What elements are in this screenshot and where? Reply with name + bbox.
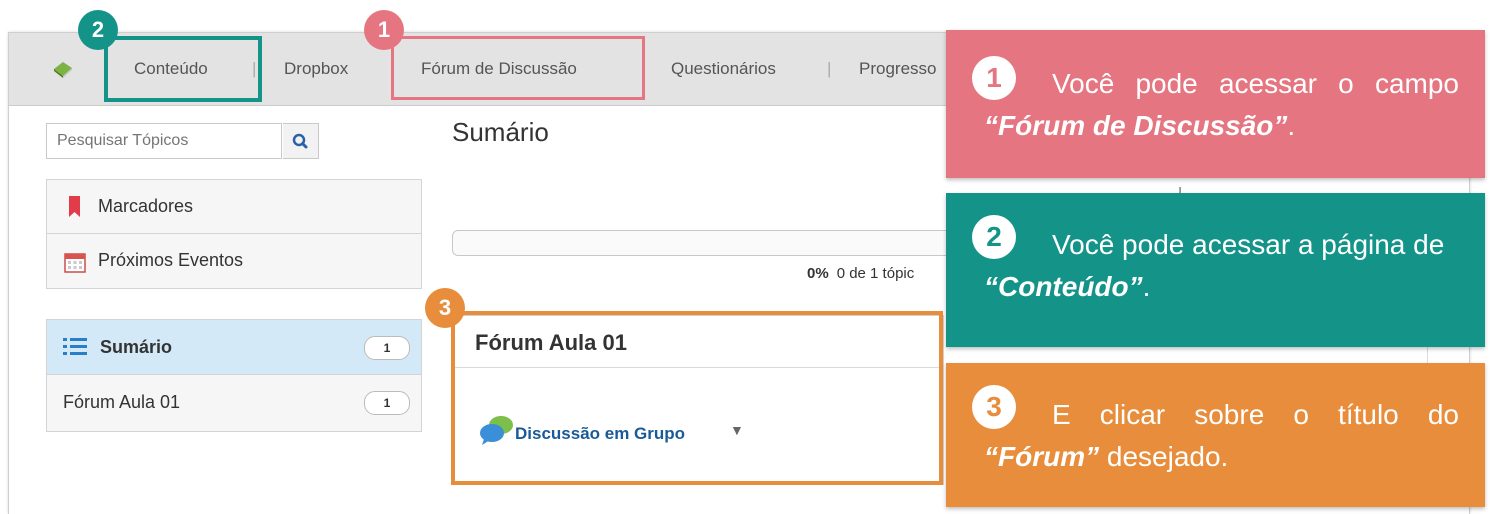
list-icon xyxy=(63,338,87,355)
step-badge: 3 xyxy=(425,288,465,328)
progress-bar xyxy=(452,230,952,256)
nav-dropbox[interactable]: Dropbox xyxy=(284,59,348,79)
toc-item-sumario[interactable]: Sumário 1 xyxy=(47,320,421,375)
callout-forum: 1 Você pode acessar o campo “Fórum de Di… xyxy=(946,30,1485,178)
bookmarks-label: Marcadores xyxy=(98,196,194,216)
toc-panel: Sumário 1 Fórum Aula 01 1 xyxy=(46,319,422,432)
search-icon xyxy=(292,133,308,149)
highlight-forum-card xyxy=(451,311,943,485)
callout-body: E clicar sobre o título do xyxy=(1052,399,1459,430)
bookmarks-link[interactable]: Marcadores xyxy=(47,180,421,234)
callout-conteudo: 2 Você pode acessar a página de “Conteúd… xyxy=(946,193,1485,347)
nav-questionarios[interactable]: Questionários xyxy=(671,59,776,79)
book-icon[interactable] xyxy=(51,57,75,81)
search-button[interactable] xyxy=(283,123,319,159)
callout-tail: desejado. xyxy=(1106,441,1229,472)
count-badge: 1 xyxy=(364,391,410,415)
toc-label: Fórum Aula 01 xyxy=(63,392,181,412)
bookmark-icon xyxy=(69,196,80,217)
callout-emphasis: “Conteúdo” xyxy=(984,271,1143,302)
callout-tail: . xyxy=(1142,271,1151,302)
toc-item-forum-aula-01[interactable]: Fórum Aula 01 1 xyxy=(47,375,421,430)
callout-text: E clicar sobre o título do “Fórum” desej… xyxy=(984,394,1459,478)
highlight-forum-discussao xyxy=(391,36,645,100)
callout-emphasis: “Fórum de Discussão” xyxy=(984,110,1288,141)
progress-percent: 0% xyxy=(807,265,829,282)
callout-forum-title: 3 E clicar sobre o título do “Fórum” des… xyxy=(946,363,1485,507)
search-input[interactable] xyxy=(47,124,282,158)
step-badge: 2 xyxy=(78,10,118,50)
events-label: Próximos Eventos xyxy=(98,250,244,270)
nav-separator: | xyxy=(827,59,832,78)
callout-text: Você pode acessar o campo “Fórum de Disc… xyxy=(984,63,1459,147)
progress-text: 0% 0 de 1 tópic xyxy=(807,265,914,282)
search-box xyxy=(46,123,282,159)
nav-progresso[interactable]: Progresso xyxy=(859,59,936,79)
callout-body: Você pode acessar o campo xyxy=(1052,68,1459,99)
toc-label: Sumário xyxy=(100,337,173,357)
upcoming-events-link[interactable]: Próximos Eventos xyxy=(47,234,421,288)
calendar-icon xyxy=(64,253,86,273)
callout-body: Você pode acessar a página de xyxy=(1052,229,1445,260)
quick-links-panel: Marcadores Próximos Eventos xyxy=(46,179,422,289)
callout-emphasis: “Fórum” xyxy=(984,441,1100,472)
page-title: Sumário xyxy=(452,117,549,147)
highlight-conteudo xyxy=(104,36,262,102)
callout-text: Você pode acessar a página de “Conteúdo”… xyxy=(984,224,1459,308)
step-badge: 1 xyxy=(364,10,404,50)
callout-tail: . xyxy=(1287,110,1296,141)
count-badge: 1 xyxy=(364,336,410,360)
progress-detail: 0 de 1 tópic xyxy=(836,265,915,282)
